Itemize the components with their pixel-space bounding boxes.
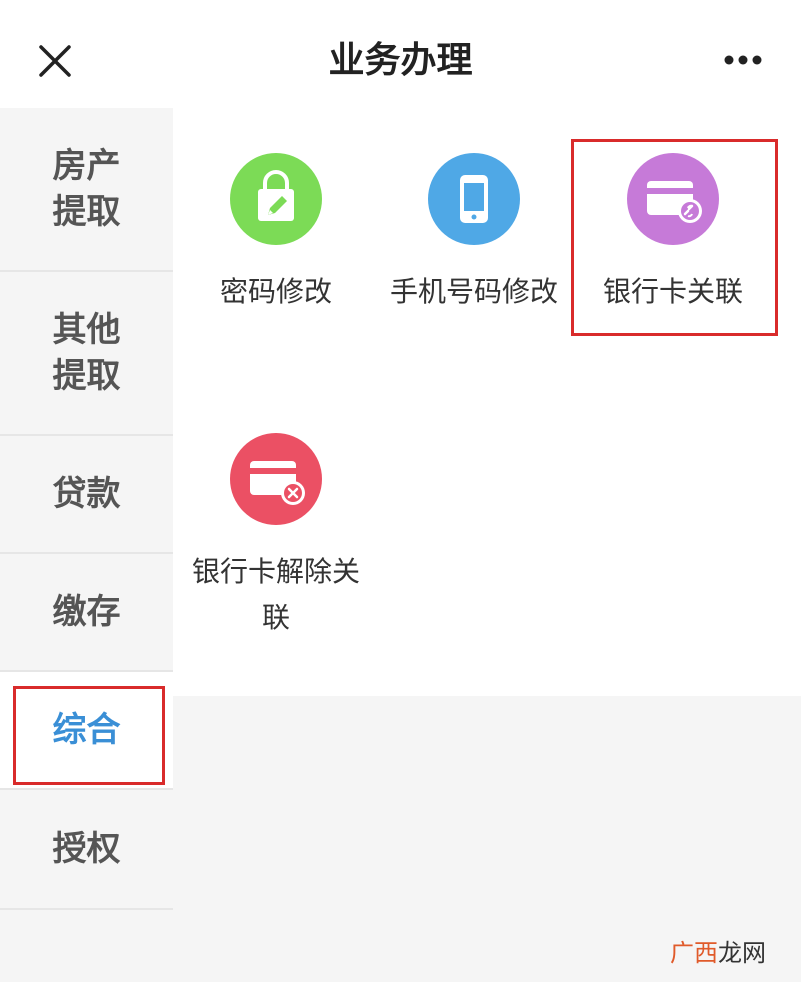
circle-badge [230, 433, 322, 525]
sidebar-item-label: 贷款 [52, 474, 121, 514]
circle-badge [428, 153, 520, 245]
watermark-part2: 龙网 [718, 939, 766, 967]
top-bar: 业务办理 [0, 0, 801, 108]
page-title: 业务办理 [328, 40, 473, 81]
service-grid: 密码修改 手机号码修改 银行卡关联 银行卡解除关联 [173, 108, 801, 696]
sidebar-item-authorization[interactable]: 授权 [0, 790, 173, 910]
sidebar-item-label: 缴存 [52, 592, 121, 632]
sidebar-item-comprehensive[interactable]: 综合 [0, 672, 173, 790]
watermark-part1: 广西 [670, 939, 718, 967]
service-label: 手机号码修改 [389, 275, 558, 308]
category-sidebar: 房产提取 其他提取 贷款 缴存 综合 授权 [0, 108, 173, 910]
watermark: 广西龙网 [670, 938, 766, 968]
circle-badge [230, 153, 322, 245]
sidebar-item-loan[interactable]: 贷款 [0, 436, 173, 554]
service-phone-change[interactable]: 手机号码修改 [389, 153, 559, 319]
service-bank-card-unlink[interactable]: 银行卡解除关联 [191, 433, 361, 643]
service-label: 银行卡解除关联 [191, 555, 360, 634]
service-bank-card-link[interactable]: 银行卡关联 [588, 153, 758, 319]
service-label: 银行卡关联 [602, 275, 743, 308]
sidebar-item-property-withdrawal[interactable]: 房产提取 [0, 108, 173, 272]
sidebar-item-deposit[interactable]: 缴存 [0, 554, 173, 672]
sidebar-item-label: 授权 [52, 829, 121, 869]
more-button[interactable] [718, 40, 768, 80]
phone-icon [460, 175, 488, 223]
service-label: 密码修改 [219, 275, 332, 308]
sidebar-item-label: 综合 [52, 710, 121, 750]
card-unlink-icon [250, 461, 305, 505]
circle-badge [627, 153, 719, 245]
sidebar-item-label: 房产提取 [52, 146, 121, 232]
more-dots-icon [724, 55, 762, 65]
bag-pen-icon [258, 170, 294, 221]
card-link-icon [647, 181, 702, 223]
sidebar-item-other-withdrawal[interactable]: 其他提取 [0, 272, 173, 436]
sidebar-item-label: 其他提取 [52, 310, 121, 396]
service-password-change[interactable]: 密码修改 [191, 153, 361, 319]
